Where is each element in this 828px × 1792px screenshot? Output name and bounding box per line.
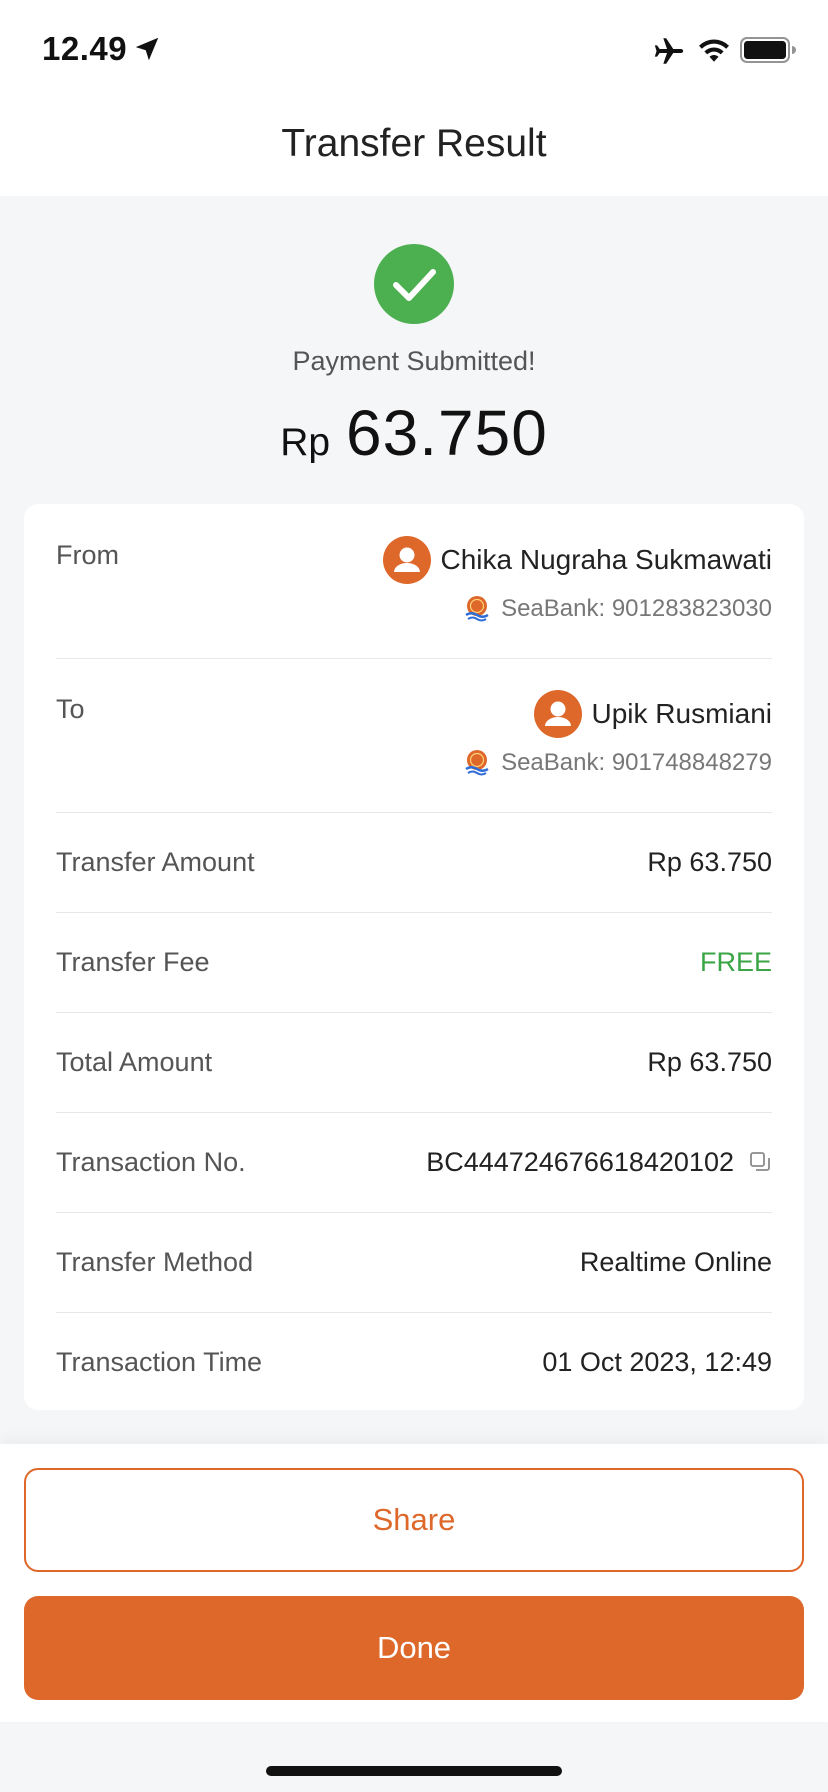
transaction-no-row: Transaction No. BC444724676618420102 bbox=[56, 1112, 772, 1213]
seabank-logo-icon bbox=[465, 596, 489, 622]
action-panel: Share Done bbox=[0, 1444, 828, 1722]
home-indicator[interactable] bbox=[266, 1766, 562, 1776]
status-time: 12.49 bbox=[42, 30, 128, 67]
page-title: Transfer Result bbox=[281, 122, 547, 165]
from-account-row: Chika Nugraha Sukmawati bbox=[382, 536, 773, 584]
total-amount-row: Total Amount Rp 63.750 bbox=[56, 1012, 772, 1113]
transfer-method-label: Transfer Method bbox=[56, 1247, 254, 1277]
transaction-time-value: 01 Oct 2023, 12:49 bbox=[542, 1347, 772, 1377]
transfer-amount-display: Rp 63.750 bbox=[0, 396, 828, 470]
check-circle-icon bbox=[374, 244, 454, 324]
from-section: From Chika Nugraha Sukmawati SeaBank: 90… bbox=[56, 504, 772, 659]
status-bar: 12.49 bbox=[0, 0, 828, 96]
wifi-icon bbox=[699, 39, 729, 62]
from-bank-row: SeaBank: 901283823030 bbox=[463, 594, 772, 624]
share-button[interactable]: Share bbox=[24, 1468, 804, 1572]
to-bank-row: SeaBank: 901748848279 bbox=[463, 748, 772, 778]
from-bank-account: SeaBank: 901283823030 bbox=[501, 595, 772, 622]
transfer-amount-value: Rp 63.750 bbox=[647, 847, 772, 877]
transfer-amount-row: Transfer Amount Rp 63.750 bbox=[56, 812, 772, 913]
transaction-no-label: Transaction No. bbox=[56, 1147, 246, 1177]
transaction-time-label: Transaction Time bbox=[56, 1347, 263, 1377]
amount-currency: Rp bbox=[280, 421, 331, 464]
from-label: From bbox=[56, 540, 119, 570]
transfer-details-card: From Chika Nugraha Sukmawati SeaBank: 90… bbox=[24, 504, 804, 1410]
transfer-amount-label: Transfer Amount bbox=[56, 847, 255, 877]
total-amount-value: Rp 63.750 bbox=[647, 1047, 772, 1077]
from-name: Chika Nugraha Sukmawati bbox=[440, 544, 773, 575]
transfer-fee-label: Transfer Fee bbox=[56, 947, 210, 977]
to-section: To Upik Rusmiani SeaBank: 901748848279 bbox=[56, 658, 772, 813]
to-label: To bbox=[56, 694, 85, 724]
transfer-fee-row: Transfer Fee FREE bbox=[56, 912, 772, 1013]
nav-bar: Transfer Result bbox=[0, 96, 828, 196]
transfer-method-value: Realtime Online bbox=[579, 1247, 772, 1277]
transaction-no-value: BC444724676618420102 bbox=[426, 1147, 734, 1177]
copy-icon[interactable] bbox=[748, 1150, 772, 1174]
payment-status: Payment Submitted! bbox=[292, 346, 536, 376]
transfer-fee-value: FREE bbox=[699, 947, 772, 977]
avatar-icon bbox=[533, 690, 582, 738]
to-bank-account: SeaBank: 901748848279 bbox=[501, 749, 772, 776]
amount-value: 63.750 bbox=[346, 397, 548, 469]
seabank-logo-icon bbox=[465, 750, 489, 776]
transfer-method-row: Transfer Method Realtime Online bbox=[56, 1212, 772, 1313]
location-arrow-icon bbox=[135, 37, 159, 61]
to-account-row: Upik Rusmiani bbox=[533, 690, 773, 738]
total-amount-label: Total Amount bbox=[56, 1047, 213, 1077]
to-name: Upik Rusmiani bbox=[591, 698, 773, 729]
airplane-mode-icon bbox=[654, 38, 684, 64]
transaction-time-row: Transaction Time 01 Oct 2023, 12:49 bbox=[56, 1312, 772, 1412]
done-button[interactable]: Done bbox=[24, 1596, 804, 1700]
battery-icon bbox=[740, 37, 796, 63]
avatar-icon bbox=[382, 536, 431, 584]
